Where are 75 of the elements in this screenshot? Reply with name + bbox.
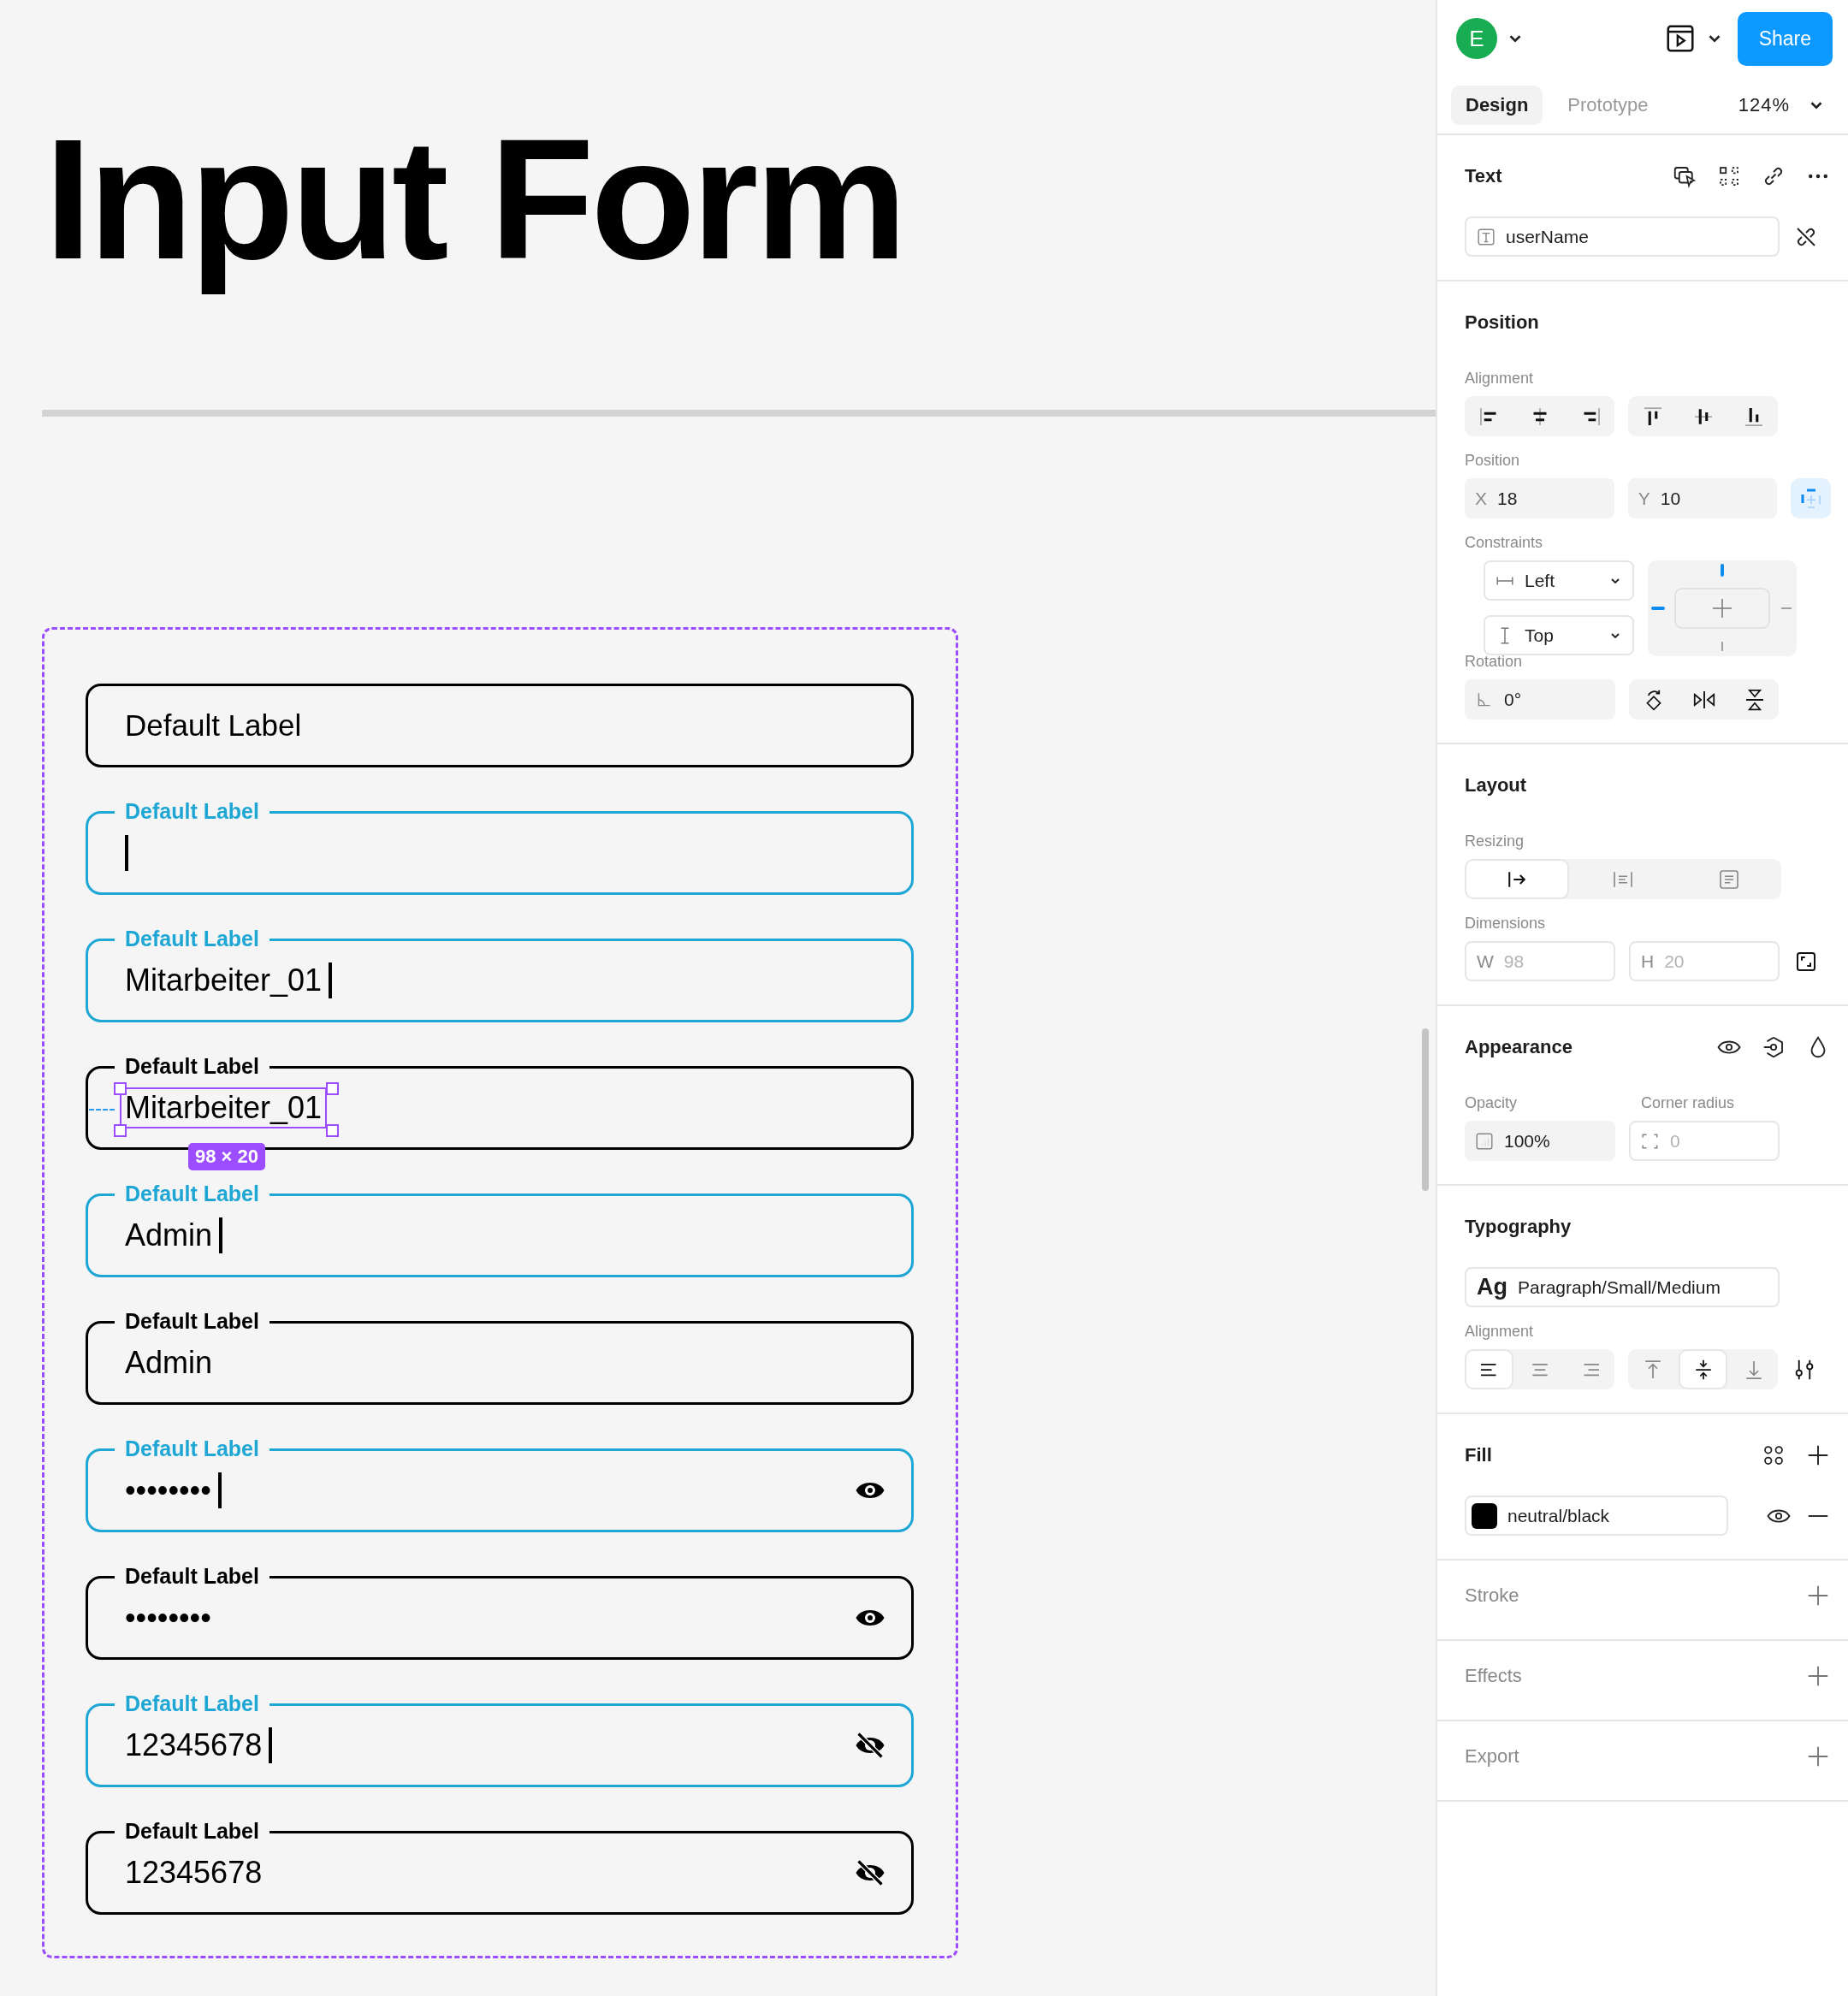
field-value: Mitarbeiter_01	[125, 962, 323, 999]
opacity-icon	[1475, 1131, 1494, 1151]
text-cursor	[329, 962, 333, 998]
field-caption: Alignment	[1465, 370, 1535, 388]
section-title: Export	[1465, 1745, 1519, 1768]
field-value: 98	[1503, 951, 1525, 972]
align-middle-button[interactable]	[1679, 1349, 1727, 1389]
measure-line	[89, 1109, 115, 1111]
scrollbar[interactable]	[1422, 1028, 1429, 1191]
field-placeholder: Default Label	[125, 708, 302, 743]
eye-off-icon[interactable]	[855, 1857, 886, 1888]
opacity-field[interactable]: 100%	[1465, 1121, 1615, 1161]
eye-off-icon[interactable]	[855, 1730, 886, 1761]
font-sample: Ag	[1477, 1274, 1507, 1300]
field-caption: Constraints	[1465, 534, 1544, 552]
field-value: 100%	[1504, 1130, 1550, 1152]
resize-handle[interactable]	[326, 1124, 339, 1137]
text-cursor	[219, 1217, 223, 1253]
section-title: Typography	[1465, 1216, 1572, 1238]
zoom-level[interactable]: 124%	[1738, 94, 1790, 116]
text-style-name: Paragraph/Small/Medium	[1518, 1276, 1721, 1298]
vertical-constraint-dropdown[interactable]: Top	[1484, 615, 1634, 655]
field-value: 12345678	[125, 1727, 263, 1764]
section-title: Layout	[1465, 774, 1527, 797]
resize-handle[interactable]	[114, 1124, 127, 1137]
text-align-left-button[interactable]	[1465, 1349, 1513, 1389]
field-value: 12345678	[125, 1854, 263, 1892]
section-title: Position	[1465, 311, 1539, 334]
dropdown-value: Top	[1525, 625, 1554, 646]
input-field[interactable]: Default Label	[86, 684, 914, 767]
field-value: 20	[1664, 951, 1685, 972]
field-caption: Opacity	[1465, 1094, 1519, 1112]
field-caption: Alignment	[1465, 1323, 1535, 1341]
text-cursor	[217, 1472, 222, 1508]
field-value: 0	[1670, 1130, 1680, 1152]
field-caption: Position	[1465, 452, 1521, 470]
x-field[interactable]: X 18	[1465, 478, 1614, 518]
field-caption: Resizing	[1465, 832, 1525, 850]
dropdown-value: Left	[1525, 570, 1555, 591]
resize-handle[interactable]	[326, 1082, 339, 1095]
text-cursor	[125, 835, 128, 871]
section-title: Text	[1465, 165, 1502, 187]
section-title: Stroke	[1465, 1584, 1519, 1607]
y-field[interactable]: Y 10	[1627, 478, 1778, 518]
field-value: Admin	[125, 1344, 213, 1382]
field-value: 10	[1660, 488, 1681, 509]
field-value: ••••••••	[125, 1472, 211, 1509]
field-prefix: X	[1475, 488, 1487, 509]
text-style-field[interactable]: Ag Paragraph/Small/Medium	[1465, 1267, 1780, 1307]
field-prefix: Y	[1638, 488, 1650, 509]
layer-name-field[interactable]: userName	[1465, 216, 1780, 257]
panel-tab[interactable]: Design	[1451, 86, 1543, 125]
text-layer-icon	[1477, 227, 1496, 246]
section-title: Appearance	[1465, 1036, 1573, 1058]
field-caption: Corner radius	[1641, 1094, 1736, 1112]
horizontal-constraint-dropdown[interactable]: Left	[1484, 560, 1634, 601]
layer-name: userName	[1506, 226, 1589, 247]
field-prefix: H	[1641, 951, 1655, 972]
field-caption: Dimensions	[1465, 915, 1547, 933]
section-title: Fill	[1465, 1444, 1492, 1466]
field-value: ••••••••	[125, 1599, 211, 1637]
field-prefix: W	[1477, 951, 1494, 972]
fill-name: neutral/black	[1507, 1505, 1610, 1526]
color-swatch[interactable]	[1472, 1502, 1497, 1529]
rotation-field[interactable]: 0°	[1465, 679, 1615, 720]
field-value: 0°	[1504, 689, 1522, 710]
resize-handle[interactable]	[114, 1082, 127, 1095]
field-value: 18	[1497, 488, 1518, 509]
size-badge: 98 × 20	[188, 1143, 265, 1170]
field-value: Admin	[125, 1217, 213, 1254]
page-title: Input Form	[44, 103, 905, 296]
field-caption: Rotation	[1465, 653, 1524, 671]
text-cursor	[269, 1727, 273, 1763]
fill-field[interactable]: neutral/black	[1465, 1496, 1728, 1536]
section-title: Effects	[1465, 1665, 1522, 1687]
